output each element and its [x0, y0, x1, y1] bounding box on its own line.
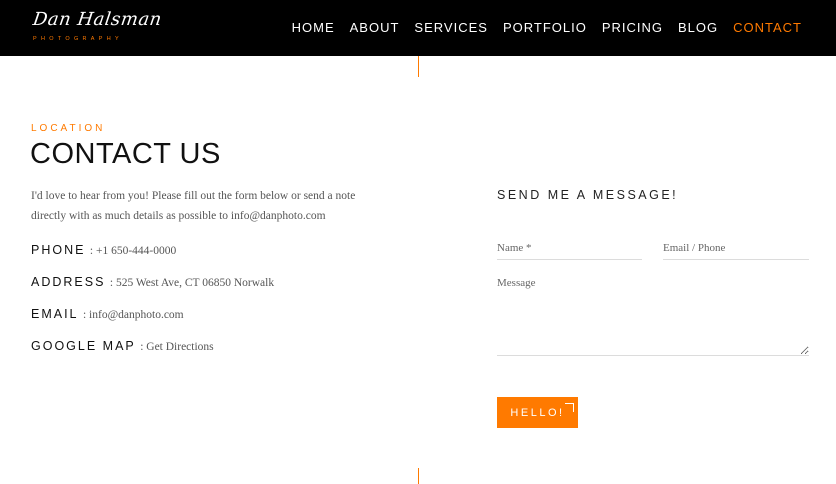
get-directions-link[interactable]: : Get Directions [140, 341, 213, 353]
address-label: ADDRESS [31, 275, 106, 289]
name-input[interactable] [497, 236, 642, 260]
nav-item-services[interactable]: SERVICES [414, 20, 488, 35]
site-header: Dan Halsman PHOTOGRAPHY HOME ABOUT SERVI… [0, 0, 836, 56]
map-row: GOOGLE MAP : Get Directions [31, 337, 214, 355]
phone-row: PHONE : +1 650-444-0000 [31, 241, 176, 259]
bottom-divider-line [418, 468, 419, 484]
logo-subtitle: PHOTOGRAPHY [33, 36, 123, 42]
address-value: : 525 West Ave, CT 06850 Norwalk [109, 277, 275, 289]
submit-button-label: HELLO! [510, 406, 565, 419]
phone-label: PHONE [31, 243, 86, 257]
nav-item-blog[interactable]: BLOG [678, 20, 718, 35]
email-label: EMAIL [31, 307, 79, 321]
email-phone-input[interactable] [663, 236, 809, 260]
email-row: EMAIL : info@danphoto.com [31, 305, 184, 323]
logo-script-text: Dan Halsman [31, 9, 164, 30]
top-divider-line [418, 56, 419, 77]
nav-item-about[interactable]: ABOUT [350, 20, 400, 35]
address-row: ADDRESS : 525 West Ave, CT 06850 Norwalk [31, 273, 274, 291]
page-title: CONTACT US [30, 138, 221, 170]
map-label: GOOGLE MAP [31, 339, 136, 353]
email-value[interactable]: : info@danphoto.com [83, 309, 184, 321]
section-eyebrow: LOCATION [31, 123, 106, 134]
message-textarea[interactable] [497, 277, 809, 356]
nav-item-home[interactable]: HOME [292, 20, 335, 35]
form-title: SEND ME A MESSAGE! [497, 188, 679, 202]
submit-button[interactable]: HELLO! [497, 397, 578, 428]
nav-item-contact[interactable]: CONTACT [733, 20, 802, 35]
phone-value[interactable]: : +1 650-444-0000 [90, 245, 176, 257]
intro-text: I'd love to hear from you! Please fill o… [31, 190, 356, 222]
main-nav: HOME ABOUT SERVICES PORTFOLIO PRICING BL… [277, 20, 802, 35]
corner-bracket-icon [565, 403, 574, 412]
nav-item-pricing[interactable]: PRICING [602, 20, 663, 35]
brand-logo[interactable]: Dan Halsman PHOTOGRAPHY [32, 9, 164, 45]
nav-item-portfolio[interactable]: PORTFOLIO [503, 20, 587, 35]
